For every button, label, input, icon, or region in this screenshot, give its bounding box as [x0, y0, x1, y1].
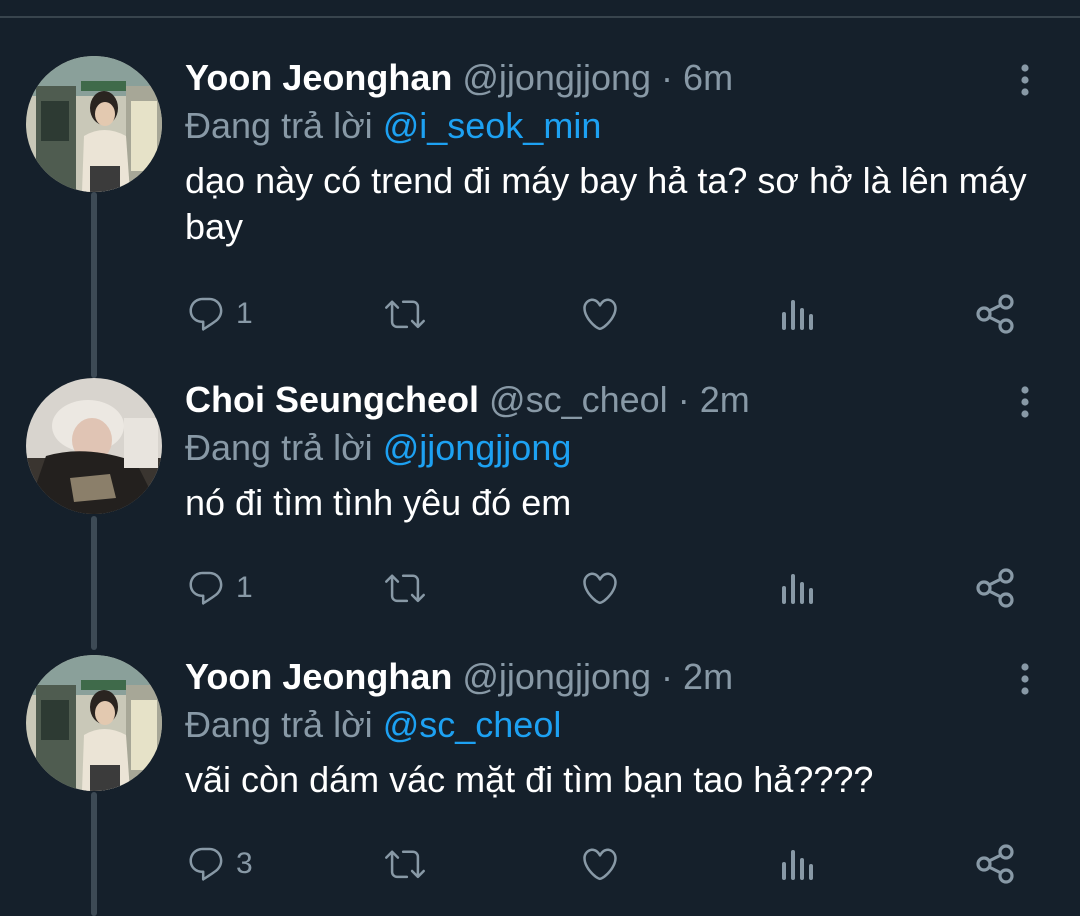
reply-count: 1 [236, 297, 253, 330]
more-options-icon[interactable] [1012, 661, 1038, 697]
share-button[interactable] [974, 563, 1016, 613]
analytics-icon [782, 300, 813, 330]
replying-to: Đang trả lời @i_seok_min [185, 104, 601, 148]
tweet-actions: 3 [0, 839, 1080, 889]
replying-to-label: Đang trả lời [185, 105, 373, 146]
analytics-button[interactable] [779, 839, 815, 889]
analytics-icon [782, 574, 813, 604]
timestamp[interactable]: 6m [683, 57, 733, 98]
like-icon [583, 848, 617, 881]
top-divider [0, 0, 1080, 18]
more-options-icon[interactable] [1012, 384, 1038, 420]
tweet-actions: 1 [0, 563, 1080, 613]
like-icon [583, 298, 617, 331]
share-button[interactable] [974, 839, 1016, 889]
mention-link[interactable]: @jjongjjong [383, 427, 572, 468]
reply-icon [189, 297, 223, 331]
tweet-header: Yoon Jeonghan @jjongjjong · 2m [185, 655, 733, 699]
replying-to: Đang trả lời @jjongjjong [185, 426, 571, 470]
reply-icon [189, 847, 223, 881]
tweet[interactable]: Yoon Jeonghan @jjongjjong · 2m Đang trả … [0, 655, 1080, 916]
like-button[interactable] [580, 839, 620, 889]
user-handle[interactable]: @jjongjjong [462, 57, 651, 98]
tweet[interactable]: Choi Seungcheol @sc_cheol · 2m Đang trả … [0, 378, 1080, 634]
avatar-photo-choi [26, 378, 162, 514]
reply-count: 1 [236, 571, 253, 604]
retweet-button[interactable] [383, 563, 427, 613]
separator-dot: · [661, 656, 674, 697]
tweet-actions: 1 [0, 289, 1080, 339]
share-icon [976, 844, 1014, 884]
tweet-text: vãi còn dám vác mặt đi tìm bạn tao hả???… [185, 759, 874, 800]
retweet-icon [385, 574, 425, 603]
avatar[interactable] [26, 655, 162, 791]
user-handle[interactable]: @sc_cheol [489, 379, 668, 420]
tweet-header: Choi Seungcheol @sc_cheol · 2m [185, 378, 750, 422]
user-handle[interactable]: @jjongjjong [462, 656, 651, 697]
retweet-button[interactable] [383, 839, 427, 889]
reply-button[interactable]: 3 [186, 839, 253, 889]
retweet-button[interactable] [383, 289, 427, 339]
analytics-icon [782, 850, 813, 880]
analytics-button[interactable] [779, 563, 815, 613]
display-name[interactable]: Yoon Jeonghan [185, 57, 452, 98]
display-name[interactable]: Yoon Jeonghan [185, 656, 452, 697]
avatar[interactable] [26, 378, 162, 514]
replying-to-label: Đang trả lời [185, 427, 373, 468]
replying-to-label: Đang trả lời [185, 704, 373, 745]
mention-link[interactable]: @sc_cheol [383, 704, 562, 745]
like-icon [583, 572, 617, 605]
reply-button[interactable]: 1 [186, 289, 253, 339]
reply-button[interactable]: 1 [186, 563, 253, 613]
like-button[interactable] [580, 563, 620, 613]
avatar[interactable] [26, 56, 162, 192]
retweet-icon [385, 300, 425, 329]
share-button[interactable] [974, 289, 1016, 339]
more-options-icon[interactable] [1012, 62, 1038, 98]
tweet-header: Yoon Jeonghan @jjongjjong · 6m [185, 56, 733, 100]
reply-count: 3 [236, 847, 253, 880]
replying-to: Đang trả lời @sc_cheol [185, 703, 561, 747]
avatar-photo-yoon [26, 56, 162, 192]
like-button[interactable] [580, 289, 620, 339]
timestamp[interactable]: 2m [683, 656, 733, 697]
display-name[interactable]: Choi Seungcheol [185, 379, 479, 420]
analytics-button[interactable] [779, 289, 815, 339]
timestamp[interactable]: 2m [700, 379, 750, 420]
share-icon [976, 294, 1014, 334]
reply-icon [189, 571, 223, 605]
tweet[interactable]: Yoon Jeonghan @jjongjjong · 6m Đang trả … [0, 56, 1080, 346]
avatar-photo-yoon [26, 655, 162, 791]
retweet-icon [385, 850, 425, 879]
separator-dot: · [661, 57, 674, 98]
separator-dot: · [677, 379, 690, 420]
tweet-text: dạo này có trend đi máy bay hả ta? sơ hở… [185, 160, 1027, 247]
share-icon [976, 568, 1014, 608]
tweet-text: nó đi tìm tình yêu đó em [185, 482, 572, 523]
mention-link[interactable]: @i_seok_min [383, 105, 602, 146]
